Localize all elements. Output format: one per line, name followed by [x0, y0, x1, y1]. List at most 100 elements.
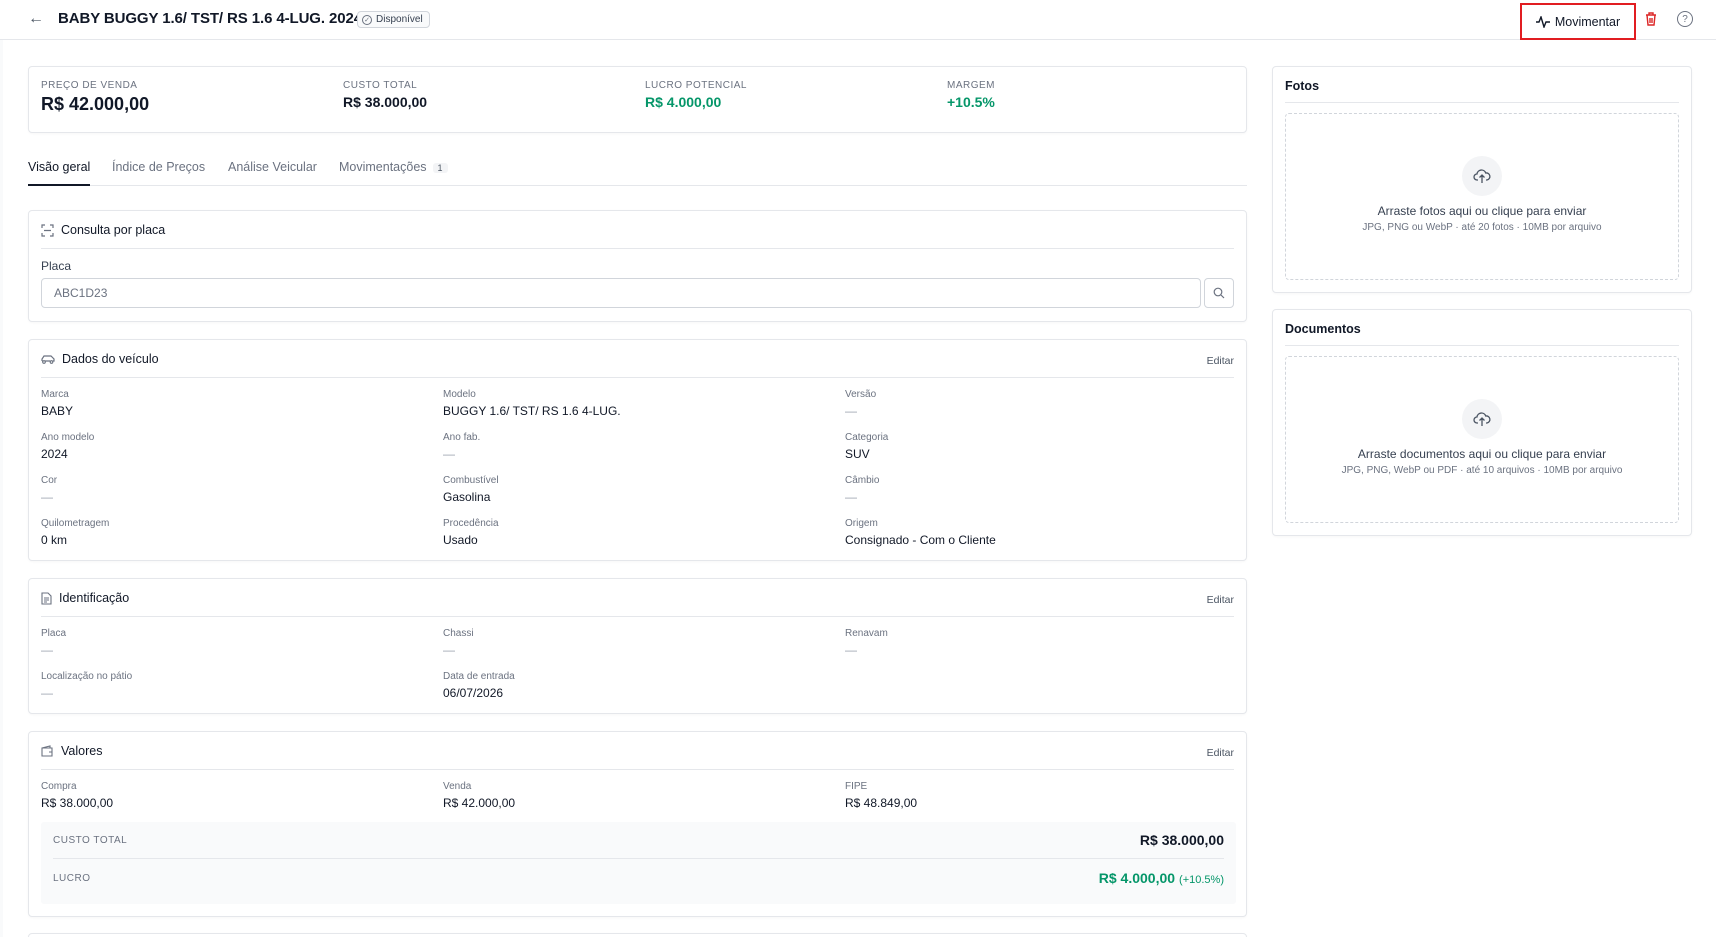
document-icon: [41, 591, 52, 605]
summary-card: PREÇO DE VENDA R$ 42.000,00 CUSTO TOTAL …: [28, 66, 1247, 133]
identification-edit-link[interactable]: Editar: [1207, 594, 1234, 606]
photos-drop-text: Arraste fotos aqui ou clique para enviar: [1377, 204, 1587, 218]
field-label: Categoria: [845, 432, 889, 443]
next-card-edge: [28, 933, 1247, 937]
field-quilometragem: Quilometragem 0 km: [41, 518, 109, 547]
divider: [41, 248, 1234, 249]
divider: [1285, 102, 1679, 103]
plate-input[interactable]: [41, 278, 1201, 308]
field-label: Renavam: [845, 628, 888, 639]
search-button[interactable]: [1204, 278, 1234, 308]
divider: [41, 377, 1234, 378]
field-categoria: Categoria SUV: [845, 432, 888, 461]
field-value: 0 km: [41, 533, 68, 547]
photos-drop-hint: JPG, PNG ou WebP · até 20 fotos · 10MB p…: [1362, 222, 1602, 233]
photos-panel: Fotos Arraste fotos aqui ou clique para …: [1272, 66, 1692, 293]
field-value: Consignado - Com o Cliente: [845, 533, 996, 547]
field-label: Chassi: [443, 628, 474, 639]
status-badge: ✓ Disponível: [357, 11, 430, 28]
total-cost-row-value: R$ 38.000,00: [1139, 832, 1224, 848]
vehicle-data-title: Dados do veículo: [62, 352, 159, 366]
vehicle-data-header: Dados do veículo: [41, 352, 159, 366]
profit-row-label: LUCRO: [53, 873, 91, 884]
total-cost-block: CUSTO TOTAL R$ 38.000,00: [343, 80, 427, 110]
potential-profit-label: LUCRO POTENCIAL: [645, 80, 747, 91]
field-value: 06/07/2026: [443, 686, 504, 700]
page-title: BABY BUGGY 1.6/ TST/ RS 1.6 4-LUG. 2024: [58, 10, 362, 27]
status-badge-label: Disponível: [376, 14, 423, 25]
field-label: Ano fab.: [443, 432, 481, 443]
help-icon[interactable]: ?: [1677, 11, 1693, 27]
field-value: BABY: [41, 404, 74, 418]
field-label: Origem: [845, 518, 878, 529]
field-origem: Origem Consignado - Com o Cliente: [845, 518, 996, 547]
total-cost-value: R$ 38.000,00: [343, 94, 428, 110]
photos-dropzone[interactable]: Arraste fotos aqui ou clique para enviar…: [1285, 113, 1679, 280]
totals-box: CUSTO TOTAL R$ 38.000,00 LUCRO R$ 4.000,…: [41, 822, 1236, 904]
plate-input-label: Placa: [41, 259, 72, 273]
values-title: Valores: [61, 744, 103, 758]
field-cor: Cor —: [41, 475, 57, 504]
documents-drop-text: Arraste documentos aqui ou clique para e…: [1357, 447, 1607, 461]
field-combustivel: Combustível Gasolina: [443, 475, 499, 504]
tab-movimentacoes[interactable]: Movimentações 1: [339, 160, 448, 186]
field-label: Procedência: [443, 518, 499, 529]
field-value: —: [443, 643, 455, 657]
tab-movimentacoes-label: Movimentações: [339, 160, 427, 174]
field-versao: Versão —: [845, 389, 876, 418]
plate-lookup-header: Consulta por placa: [41, 223, 165, 237]
plate-lookup-card: Consulta por placa Placa: [28, 210, 1247, 322]
field-label: Compra: [41, 781, 77, 792]
field-label: Venda: [443, 781, 472, 792]
field-value: —: [845, 490, 857, 504]
scan-icon: [41, 223, 54, 237]
identification-header: Identificação: [41, 591, 129, 605]
field-value: R$ 42.000,00: [443, 796, 516, 810]
car-icon: [41, 354, 55, 364]
field-value: BUGGY 1.6/ TST/ RS 1.6 4-LUG.: [443, 404, 621, 418]
movimentar-button[interactable]: Movimentar: [1520, 3, 1636, 40]
field-label: Combustível: [443, 475, 499, 486]
field-value: Usado: [443, 533, 478, 547]
trash-icon[interactable]: [1642, 10, 1660, 28]
field-label: Modelo: [443, 389, 476, 400]
divider: [41, 769, 1234, 770]
field-fipe: FIPE R$ 48.849,00: [845, 781, 917, 810]
potential-profit-value: R$ 4.000,00: [645, 94, 722, 110]
sale-price-block: PREÇO DE VENDA R$ 42.000,00: [41, 80, 149, 115]
field-value: Gasolina: [443, 490, 491, 504]
plate-lookup-title: Consulta por placa: [61, 223, 166, 237]
vehicle-data-edit-link[interactable]: Editar: [1207, 355, 1234, 367]
values-edit-link[interactable]: Editar: [1207, 747, 1234, 759]
field-modelo: Modelo BUGGY 1.6/ TST/ RS 1.6 4-LUG.: [443, 389, 621, 418]
tab-indice-de-precos[interactable]: Índice de Preços: [112, 160, 205, 186]
field-compra: Compra R$ 38.000,00: [41, 781, 113, 810]
back-arrow-icon[interactable]: ←: [26, 9, 46, 29]
wallet-icon: [41, 745, 53, 757]
field-value: —: [41, 490, 53, 504]
field-placa: Placa —: [41, 628, 66, 657]
field-label: Marca: [41, 389, 69, 400]
field-venda: Venda R$ 42.000,00: [443, 781, 515, 810]
documents-title: Documentos: [1285, 322, 1361, 336]
documents-dropzone[interactable]: Arraste documentos aqui ou clique para e…: [1285, 356, 1679, 523]
field-data-entrada: Data de entrada 06/07/2026: [443, 671, 515, 700]
search-icon: [1213, 287, 1225, 299]
activity-icon: [1535, 15, 1550, 28]
tab-analise-veicular[interactable]: Análise Veicular: [228, 160, 317, 186]
field-label: Versão: [845, 389, 877, 400]
field-localizacao: Localização no pátio —: [41, 671, 132, 700]
tab-bar: Visão geral Índice de Preços Análise Vei…: [28, 156, 1247, 186]
divider: [41, 616, 1234, 617]
values-header: Valores: [41, 744, 102, 758]
field-value: R$ 48.849,00: [845, 796, 918, 810]
field-value: R$ 38.000,00: [41, 796, 114, 810]
field-cambio: Câmbio —: [845, 475, 879, 504]
profit-row: LUCRO R$ 4.000,00 (+10.5%): [53, 860, 1224, 897]
field-value: —: [41, 643, 53, 657]
tab-visao-geral[interactable]: Visão geral: [28, 160, 91, 186]
check-circle-icon: ✓: [362, 14, 372, 25]
identification-title: Identificação: [59, 591, 130, 605]
field-label: Localização no pátio: [41, 671, 133, 682]
upload-cloud-icon: [1462, 399, 1502, 439]
